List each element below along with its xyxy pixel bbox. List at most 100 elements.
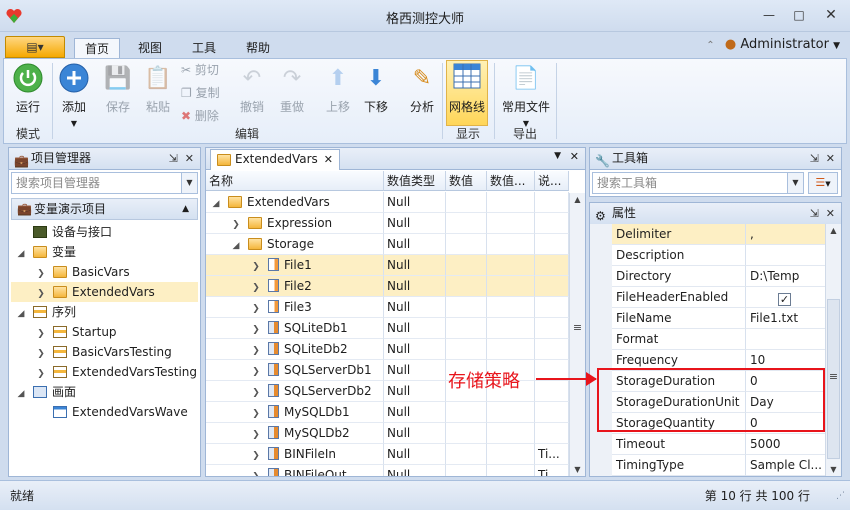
- tab-tools[interactable]: 工具: [182, 38, 226, 59]
- cut-button[interactable]: ✂ 剪切: [181, 61, 219, 79]
- table-row-name[interactable]: ◢ Storage: [206, 234, 384, 255]
- table-cell-value[interactable]: [446, 213, 487, 234]
- column-header-name[interactable]: 名称: [206, 171, 384, 191]
- table-cell-value2[interactable]: [487, 339, 535, 360]
- table-cell-type[interactable]: Null: [384, 255, 446, 276]
- analyze-button[interactable]: ✎ 分析: [402, 61, 442, 115]
- property-name[interactable]: Format: [612, 329, 746, 350]
- chevron-right-icon[interactable]: ❯: [250, 257, 262, 275]
- table-row-name[interactable]: ❯ File1: [206, 255, 384, 276]
- table-cell-value2[interactable]: [487, 318, 535, 339]
- scroll-up-icon[interactable]: ▲: [570, 195, 585, 204]
- tab-home[interactable]: 首页: [74, 38, 121, 59]
- chevron-right-icon[interactable]: ❯: [230, 215, 242, 233]
- toolbox-search-input[interactable]: 搜索工具箱 ▼: [592, 172, 804, 194]
- table-cell-note[interactable]: Ti...: [535, 465, 569, 476]
- table-cell-type[interactable]: Null: [384, 360, 446, 381]
- tree-item[interactable]: ❯ BasicVarsTesting: [11, 342, 198, 362]
- close-icon[interactable]: ✕: [570, 150, 579, 163]
- save-button[interactable]: 💾 保存: [98, 61, 138, 115]
- tab-extendedvars[interactable]: ExtendedVars ✕: [210, 149, 340, 170]
- close-panel-icon[interactable]: ✕: [826, 203, 835, 224]
- table-cell-note[interactable]: [535, 276, 569, 297]
- table-cell-note[interactable]: [535, 255, 569, 276]
- redo-button[interactable]: ↷ 重做: [272, 61, 312, 115]
- delete-button[interactable]: ✖ 删除: [181, 107, 219, 125]
- chevron-down-icon[interactable]: ◢: [15, 244, 27, 264]
- pin-icon[interactable]: ⇲: [810, 148, 819, 169]
- close-panel-icon[interactable]: ✕: [826, 148, 835, 169]
- pin-icon[interactable]: ⇲: [169, 148, 178, 169]
- table-cell-value2[interactable]: [487, 402, 535, 423]
- scroll-down-icon[interactable]: ▼: [826, 465, 841, 474]
- table-cell-type[interactable]: Null: [384, 318, 446, 339]
- table-cell-value2[interactable]: [487, 192, 535, 213]
- chevron-right-icon[interactable]: ❯: [250, 278, 262, 296]
- table-cell-type[interactable]: Null: [384, 423, 446, 444]
- toolbox-view-button[interactable]: ☰▼: [808, 172, 838, 194]
- chevron-right-icon[interactable]: ❯: [35, 344, 47, 364]
- table-cell-type[interactable]: Null: [384, 444, 446, 465]
- chevron-right-icon[interactable]: ❯: [250, 299, 262, 317]
- table-cell-type[interactable]: Null: [384, 465, 446, 476]
- table-cell-value2[interactable]: [487, 465, 535, 476]
- close-panel-icon[interactable]: ✕: [185, 148, 194, 169]
- chevron-down-icon[interactable]: ▼: [787, 173, 803, 193]
- copy-button[interactable]: ❐ 复制: [181, 84, 220, 102]
- table-cell-note[interactable]: [535, 381, 569, 402]
- table-cell-value2[interactable]: [487, 213, 535, 234]
- table-cell-type[interactable]: Null: [384, 381, 446, 402]
- table-cell-value2[interactable]: [487, 423, 535, 444]
- table-row-name[interactable]: ❯ SQLiteDb1: [206, 318, 384, 339]
- close-tab-icon[interactable]: ✕: [324, 150, 333, 169]
- chevron-right-icon[interactable]: ❯: [250, 341, 262, 359]
- chevron-right-icon[interactable]: ❯: [250, 320, 262, 338]
- property-value[interactable]: [746, 245, 825, 266]
- table-row-name[interactable]: ❯ MySQLDb2: [206, 423, 384, 444]
- tree-item[interactable]: ❯ Startup: [11, 322, 198, 342]
- project-root-header[interactable]: 💼 变量演示项目 ▲: [11, 198, 198, 220]
- property-name[interactable]: Directory: [612, 266, 746, 287]
- scroll-down-icon[interactable]: ▼: [570, 465, 585, 474]
- chevron-right-icon[interactable]: ❯: [35, 324, 47, 344]
- tab-list-icon[interactable]: ▼: [554, 151, 561, 161]
- table-row-name[interactable]: ❯ BINFileOut: [206, 465, 384, 476]
- table-row-name[interactable]: ❯ SQLServerDb1: [206, 360, 384, 381]
- table-cell-value[interactable]: [446, 276, 487, 297]
- table-row-name[interactable]: ❯ SQLServerDb2: [206, 381, 384, 402]
- property-value[interactable]: ✓: [746, 287, 825, 308]
- chevron-right-icon[interactable]: ❯: [250, 383, 262, 401]
- property-name[interactable]: Description: [612, 245, 746, 266]
- table-row-name[interactable]: ❯ File3: [206, 297, 384, 318]
- chevron-down-icon[interactable]: ◢: [15, 304, 27, 324]
- chevron-right-icon[interactable]: ❯: [250, 467, 262, 476]
- table-cell-type[interactable]: Null: [384, 192, 446, 213]
- pin-icon[interactable]: ⇲: [810, 203, 819, 224]
- property-value[interactable]: File1.txt: [746, 308, 825, 329]
- table-cell-value2[interactable]: [487, 297, 535, 318]
- chevron-right-icon[interactable]: ❯: [250, 404, 262, 422]
- collapse-icon[interactable]: ▲: [182, 199, 189, 219]
- table-cell-note[interactable]: [535, 423, 569, 444]
- user-menu[interactable]: ⌃ ● Administrator ▼: [706, 37, 840, 52]
- table-cell-note[interactable]: [535, 213, 569, 234]
- table-row-name[interactable]: ❯ BINFileIn: [206, 444, 384, 465]
- property-value[interactable]: D:\Temp: [746, 266, 825, 287]
- tree-item[interactable]: ◢ 画面: [11, 382, 198, 402]
- checkbox-checked-icon[interactable]: ✓: [778, 293, 791, 306]
- column-header-note[interactable]: 说...: [535, 171, 569, 191]
- table-cell-type[interactable]: Null: [384, 213, 446, 234]
- property-value[interactable]: 5000: [746, 434, 825, 455]
- minimize-icon[interactable]: —: [756, 6, 782, 24]
- table-cell-value2[interactable]: [487, 444, 535, 465]
- chevron-down-icon[interactable]: ◢: [210, 194, 222, 212]
- table-row-name[interactable]: ◢ ExtendedVars: [206, 192, 384, 213]
- chevron-right-icon[interactable]: ❯: [250, 362, 262, 380]
- tree-item[interactable]: ExtendedVarsWave: [11, 402, 198, 422]
- maximize-icon[interactable]: □: [786, 6, 812, 24]
- table-row-name[interactable]: ❯ File2: [206, 276, 384, 297]
- column-header-value[interactable]: 数值: [446, 171, 487, 191]
- undo-button[interactable]: ↶ 撤销: [232, 61, 272, 115]
- table-cell-type[interactable]: Null: [384, 276, 446, 297]
- chevron-right-icon[interactable]: ❯: [35, 264, 47, 284]
